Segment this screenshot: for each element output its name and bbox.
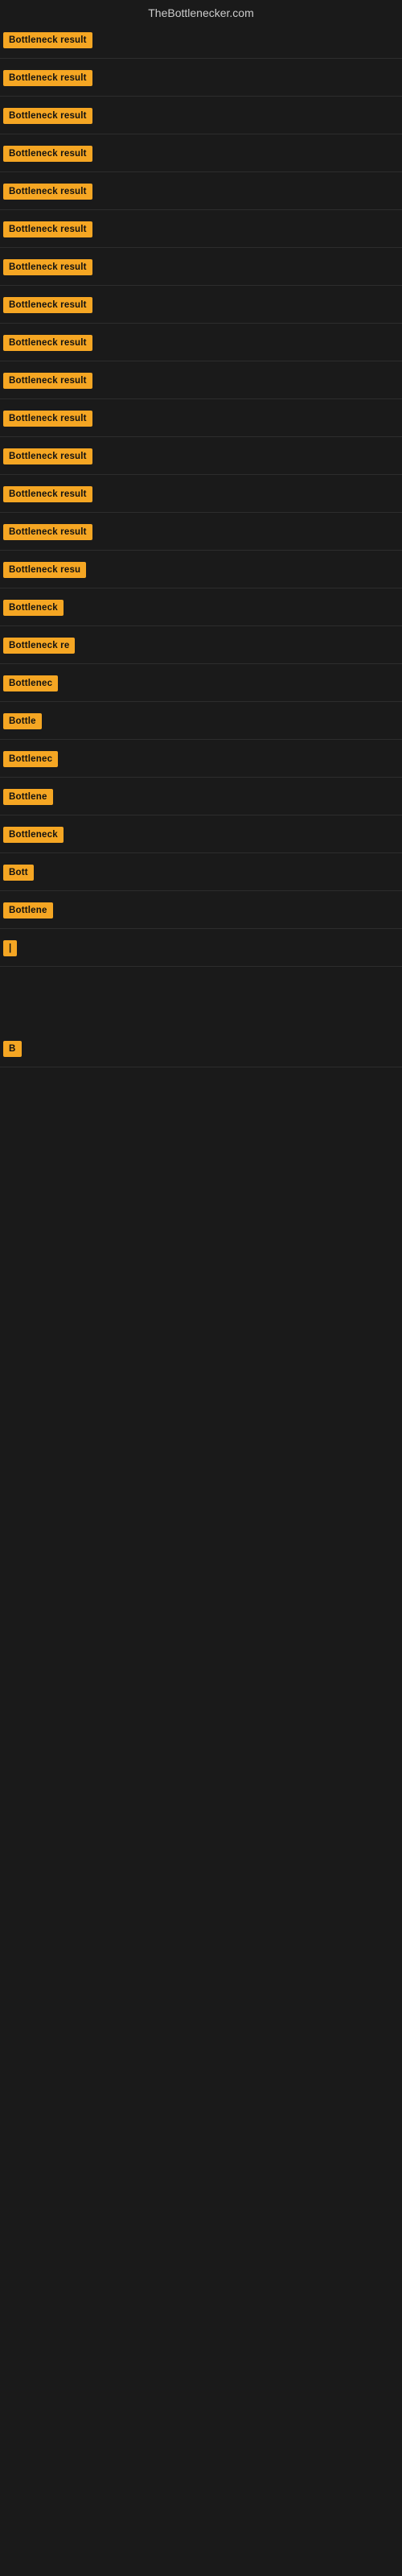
list-item: Bottleneck re [0,628,402,664]
bottleneck-badge[interactable]: Bott [3,865,34,881]
list-item: Bottleneck result [0,98,402,134]
list-item: Bottleneck result [0,401,402,437]
list-item: Bottleneck result [0,136,402,172]
bottleneck-badge[interactable]: Bottleneck result [3,108,92,124]
bottleneck-badge[interactable]: Bottleneck [3,827,64,843]
list-item: Bottleneck result [0,23,402,59]
list-item: Bott [0,855,402,891]
bottleneck-badge[interactable]: Bottleneck [3,600,64,616]
list-item: Bottleneck resu [0,552,402,588]
bottleneck-badge[interactable]: Bottleneck result [3,335,92,351]
list-item: Bottlenec [0,741,402,778]
list-item: Bottlenec [0,666,402,702]
bottleneck-badge[interactable]: Bottleneck result [3,411,92,427]
bottleneck-badge[interactable]: Bottleneck result [3,32,92,48]
list-item: Bottleneck result [0,212,402,248]
bottleneck-badge[interactable]: Bottlene [3,789,53,805]
list-item: Bottleneck result [0,325,402,361]
list-item: | [0,931,402,967]
list-item: Bottle [0,704,402,740]
bottleneck-badge[interactable]: Bottleneck result [3,297,92,313]
bottleneck-badge[interactable]: Bottleneck result [3,221,92,237]
list-item: Bottlene [0,893,402,929]
bottleneck-badge[interactable]: Bottlenec [3,675,58,691]
bottleneck-badge[interactable]: Bottleneck result [3,184,92,200]
bottleneck-badge[interactable]: Bottleneck result [3,486,92,502]
items-list: Bottleneck result Bottleneck result Bottle… [0,23,402,1132]
list-item: Bottleneck result [0,250,402,286]
bottleneck-badge[interactable]: B [3,1041,22,1057]
list-item: Bottleneck result [0,60,402,97]
bottleneck-badge[interactable]: Bottle [3,713,42,729]
bottleneck-badge[interactable]: Bottlene [3,902,53,919]
list-item: Bottleneck result [0,439,402,475]
list-item: Bottleneck result [0,174,402,210]
bottleneck-badge[interactable]: Bottleneck result [3,524,92,540]
list-item: Bottleneck result [0,477,402,513]
bottleneck-badge[interactable]: Bottleneck result [3,448,92,464]
list-item: Bottleneck result [0,287,402,324]
item-spacer [0,1067,402,1132]
bottleneck-badge[interactable]: Bottlenec [3,751,58,767]
bottleneck-badge[interactable]: Bottleneck resu [3,562,86,578]
list-item: Bottleneck result [0,363,402,399]
bottleneck-badge[interactable]: Bottleneck re [3,638,75,654]
list-item: Bottlene [0,779,402,815]
item-spacer [0,967,402,1031]
bottleneck-badge[interactable]: Bottleneck result [3,259,92,275]
bottleneck-badge[interactable]: | [3,940,17,956]
bottleneck-badge[interactable]: Bottleneck result [3,146,92,162]
list-item: Bottleneck [0,590,402,626]
list-item: Bottleneck [0,817,402,853]
bottleneck-badge[interactable]: Bottleneck result [3,70,92,86]
list-item: B [0,1031,402,1067]
site-header: TheBottlenecker.com [0,0,402,23]
list-item: Bottleneck result [0,514,402,551]
bottleneck-badge[interactable]: Bottleneck result [3,373,92,389]
